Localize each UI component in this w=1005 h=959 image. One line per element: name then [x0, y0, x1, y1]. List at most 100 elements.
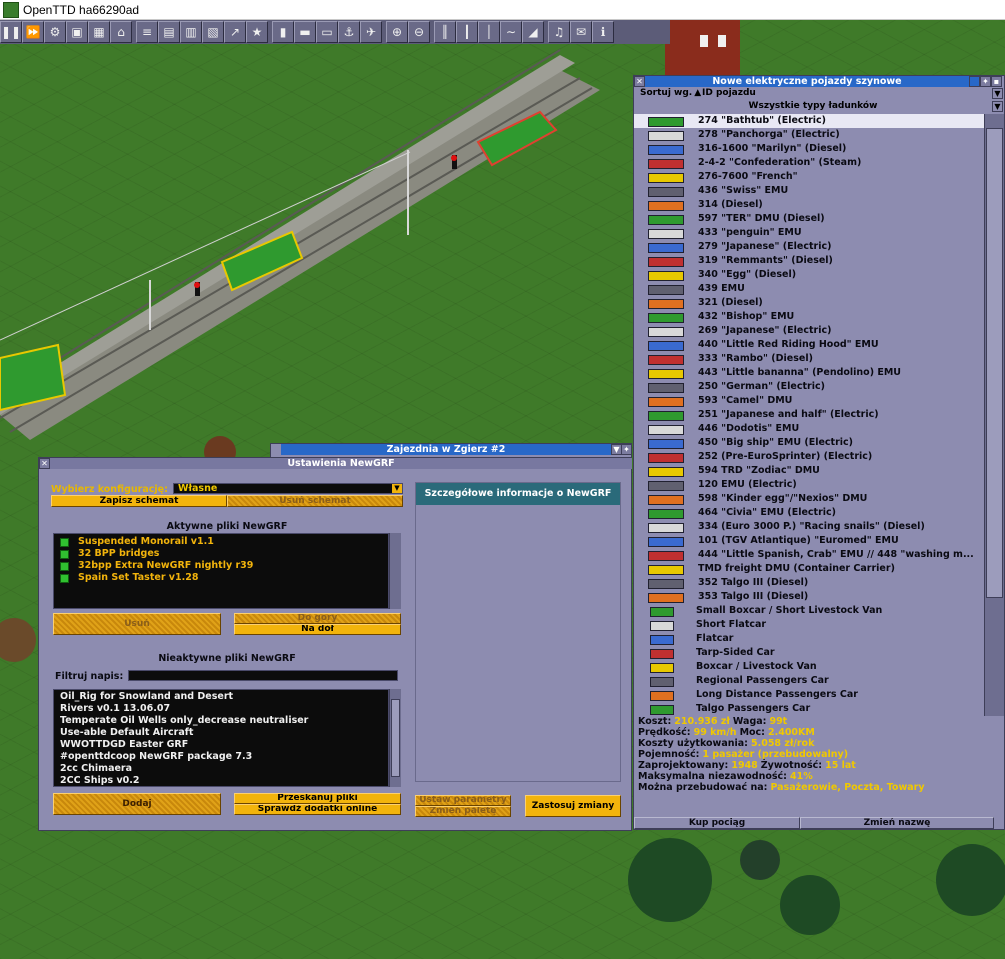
inactive-grf-item[interactable]: #openttdcoop NewGRF package 7.3 — [54, 751, 388, 763]
vehicle-list-item[interactable]: 101 (TGV Atlantique) "Euromed" EMU — [634, 534, 984, 548]
zoom-in-icon[interactable]: ⊕ — [386, 21, 408, 43]
vehicle-list-item[interactable]: 436 "Swiss" EMU — [634, 184, 984, 198]
set-parameters-button[interactable]: Ustaw parametry — [415, 795, 511, 806]
info-icon[interactable]: ℹ — [592, 21, 614, 43]
vehicle-list-item[interactable]: 278 "Panchorga" (Electric) — [634, 128, 984, 142]
vehicle-list-item[interactable]: Tarp-Sided Car — [634, 646, 984, 660]
active-grf-list[interactable]: Suspended Monorail v1.1 32 BPP bridges 32b… — [53, 533, 389, 609]
buy-train-button[interactable]: Kup pociąg — [634, 817, 800, 829]
vehicle-list-item[interactable]: Small Boxcar / Short Livestock Van — [634, 604, 984, 618]
vehicle-list-item[interactable]: 443 "Little bananna" (Pendolino) EMU — [634, 366, 984, 380]
vehicle-list-item[interactable]: Talgo Passengers Car — [634, 702, 984, 716]
vehicle-list-item[interactable]: TMD freight DMU (Container Carrier) — [634, 562, 984, 576]
add-grf-button[interactable]: Dodaj — [53, 793, 221, 815]
vehicle-list[interactable]: 274 "Bathtub" (Electric) 278 "Panchorga" … — [634, 114, 984, 716]
vehicle-list-item[interactable]: 446 "Dodotis" EMU — [634, 422, 984, 436]
league-icon[interactable]: ★ — [246, 21, 268, 43]
depot-title[interactable]: Zajezdnia w Zgierz #2 — [281, 444, 611, 455]
active-grf-item[interactable]: Spain Set Taster v1.28 — [54, 572, 388, 584]
inactive-grf-list[interactable]: Oil_Rig for Snowland and Desert Rivers v0… — [53, 689, 389, 787]
active-grf-item[interactable]: Suspended Monorail v1.1 — [54, 536, 388, 548]
build-rail-icon[interactable]: ║ — [434, 21, 456, 43]
active-list-scrollbar[interactable] — [389, 533, 401, 609]
trains-icon[interactable]: ▬ — [294, 21, 316, 43]
vehicle-list-item[interactable]: 252 (Pre-EuroSprinter) (Electric) — [634, 450, 984, 464]
check-online-button[interactable]: Sprawdź dodatki online — [234, 804, 401, 815]
industries-icon[interactable]: ▮ — [272, 21, 294, 43]
vehicle-list-item[interactable]: 2-4-2 "Confederation" (Steam) — [634, 156, 984, 170]
vehicle-list-item[interactable]: 440 "Little Red Riding Hood" EMU — [634, 338, 984, 352]
vehicle-list-item[interactable]: 352 Talgo III (Diesel) — [634, 576, 984, 590]
stations-icon[interactable]: ▤ — [158, 21, 180, 43]
sticky-pin-icon[interactable]: ✦ — [980, 76, 991, 87]
finances-icon[interactable]: ▥ — [180, 21, 202, 43]
move-down-button[interactable]: Na dół — [234, 624, 401, 635]
fast-forward-icon[interactable]: ⏩ — [22, 21, 44, 43]
inactive-grf-item[interactable]: Rivers v0.1 13.06.07 — [54, 703, 388, 715]
vehicle-list-item[interactable]: 250 "German" (Electric) — [634, 380, 984, 394]
active-grf-item[interactable]: 32bpp Extra NewGRF nightly r39 — [54, 560, 388, 572]
vehicle-list-item[interactable]: 276-7600 "French" — [634, 170, 984, 184]
graphs-icon[interactable]: ↗ — [224, 21, 246, 43]
newgrf-window-title[interactable]: Ustawienia NewGRF — [50, 458, 632, 469]
build-window-title[interactable]: Nowe elektryczne pojazdy szynowe — [645, 76, 969, 87]
delete-preset-button[interactable]: Usuń schemat — [227, 495, 403, 507]
vehicle-list-item[interactable]: 319 "Remmants" (Diesel) — [634, 254, 984, 268]
sort-criteria-dropdown[interactable]: ID pojazdu — [696, 88, 998, 99]
close-icon[interactable]: ✕ — [634, 76, 645, 87]
save-preset-button[interactable]: Zapisz schemat — [51, 495, 227, 507]
build-tram-icon[interactable]: │ — [478, 21, 500, 43]
filter-input[interactable] — [128, 670, 398, 681]
inactive-grf-item[interactable]: 2CC Ships v0.2 — [54, 775, 388, 787]
vehicle-list-item[interactable]: 120 EMU (Electric) — [634, 478, 984, 492]
vehicle-list-item[interactable]: 450 "Big ship" EMU (Electric) — [634, 436, 984, 450]
messages-icon[interactable]: ✉ — [570, 21, 592, 43]
town-directory-icon[interactable]: ⌂ — [110, 21, 132, 43]
vehicle-list-item[interactable]: 433 "penguin" EMU — [634, 226, 984, 240]
vehicle-list-item[interactable]: Long Distance Passengers Car — [634, 688, 984, 702]
apply-changes-button[interactable]: Zastosuj zmiany — [525, 795, 621, 817]
vehicle-list-item[interactable]: 321 (Diesel) — [634, 296, 984, 310]
vehicle-list-item[interactable]: 334 (Euro 3000 P.) "Racing snails" (Dies… — [634, 520, 984, 534]
shade-icon[interactable] — [969, 76, 980, 87]
ships-icon[interactable]: ⚓ — [338, 21, 360, 43]
vehicle-list-item[interactable]: 432 "Bishop" EMU — [634, 310, 984, 324]
road-vehicles-icon[interactable]: ▭ — [316, 21, 338, 43]
aircraft-icon[interactable]: ✈ — [360, 21, 382, 43]
inactive-list-scrollbar[interactable] — [389, 689, 401, 787]
rename-button[interactable]: Zmień nazwę — [800, 817, 994, 829]
move-up-button[interactable]: Do góry — [234, 613, 401, 624]
zoom-out-icon[interactable]: ⊖ — [408, 21, 430, 43]
chevron-down-icon[interactable]: ▼ — [992, 88, 1003, 99]
build-water-icon[interactable]: ∼ — [500, 21, 522, 43]
vehicle-list-item[interactable]: 251 "Japanese and half" (Electric) — [634, 408, 984, 422]
inactive-grf-item[interactable]: Use-able Default Aircraft — [54, 727, 388, 739]
vehicle-list-item[interactable]: 598 "Kinder egg"/"Nexios" DMU — [634, 492, 984, 506]
vehicle-list-item[interactable]: 464 "Civia" EMU (Electric) — [634, 506, 984, 520]
vehicle-list-item[interactable]: 353 Talgo III (Diesel) — [634, 590, 984, 604]
vehicle-list-item[interactable]: 444 "Little Spanish, Crab" EMU // 448 "w… — [634, 548, 984, 562]
subsidies-icon[interactable]: ≡ — [136, 21, 158, 43]
vehicle-list-item[interactable]: Boxcar / Livestock Van — [634, 660, 984, 674]
vehicle-list-item[interactable]: 593 "Camel" DMU — [634, 394, 984, 408]
vehicle-list-item[interactable]: 597 "TER" DMU (Diesel) — [634, 212, 984, 226]
gear-icon[interactable]: ⚙ — [44, 21, 66, 43]
vehicle-list-scrollbar[interactable] — [984, 114, 1004, 716]
inactive-grf-item[interactable]: Oil_Rig for Snowland and Desert — [54, 691, 388, 703]
sticky-pin-icon[interactable]: ✦ — [621, 444, 632, 455]
vehicle-list-item[interactable]: 316-1600 "Marilyn" (Diesel) — [634, 142, 984, 156]
inactive-grf-item[interactable]: WWOTTDGD Easter GRF — [54, 739, 388, 751]
vehicle-list-item[interactable]: 594 TRD "Zodiac" DMU — [634, 464, 984, 478]
vehicle-list-item[interactable]: 439 EMU — [634, 282, 984, 296]
pause-icon[interactable]: ❚❚ — [0, 21, 22, 43]
vehicle-list-item[interactable]: 269 "Japanese" (Electric) — [634, 324, 984, 338]
company-icon[interactable]: ▧ — [202, 21, 224, 43]
landscaping-icon[interactable]: ◢ — [522, 21, 544, 43]
cargo-filter-dropdown[interactable]: Wszystkie typy ładunków — [634, 100, 992, 112]
music-icon[interactable]: ♫ — [548, 21, 570, 43]
vehicle-list-item[interactable]: 279 "Japanese" (Electric) — [634, 240, 984, 254]
defsize-icon[interactable]: ▪ — [991, 76, 1002, 87]
inactive-grf-item[interactable]: Temperate Oil Wells only_decrease neutra… — [54, 715, 388, 727]
vehicle-list-item[interactable]: 314 (Diesel) — [634, 198, 984, 212]
rescan-files-button[interactable]: Przeskanuj pliki — [234, 793, 401, 804]
